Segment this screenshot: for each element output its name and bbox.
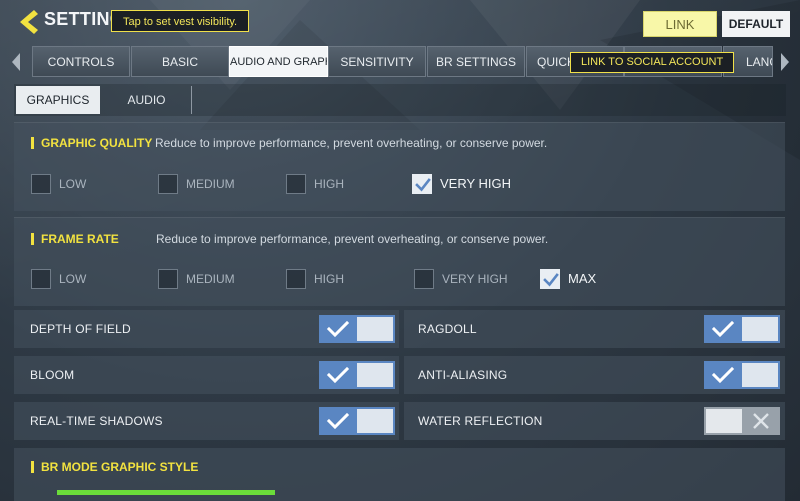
frame-rate-high-option[interactable]: HIGH (286, 269, 396, 291)
checkmark-icon (326, 320, 350, 338)
checkmark-icon (711, 366, 735, 384)
graphic-quality-low-option[interactable]: LOW (31, 174, 141, 196)
back-arrow-icon[interactable] (14, 8, 42, 36)
checkbox[interactable] (158, 174, 178, 194)
frame-rate-max-option[interactable]: MAX (540, 269, 620, 291)
graphic-quality-title: GRAPHIC QUALITY (30, 136, 153, 150)
checkmark-icon (543, 273, 559, 287)
checkbox[interactable] (31, 174, 51, 194)
checkbox[interactable] (414, 269, 434, 289)
br-mode-title: BR MODE GRAPHIC STYLE (30, 460, 199, 474)
frame-rate-low-option[interactable]: LOW (31, 269, 141, 291)
frame-rate-description: Reduce to improve performance, prevent o… (156, 232, 549, 246)
option-label: MEDIUM (186, 272, 235, 286)
checkbox[interactable] (31, 269, 51, 289)
checkmark-icon (326, 412, 350, 430)
toggle-knob (706, 409, 742, 433)
checkbox[interactable] (286, 174, 306, 194)
frame-rate-title: FRAME RATE (31, 232, 119, 246)
graphic-quality-high-option[interactable]: HIGH (286, 174, 396, 196)
toggle-label: ANTI-ALIASING (418, 368, 508, 382)
frame-rate-panel (14, 217, 785, 306)
toggle-knob (357, 317, 393, 341)
depth-of-field-row: DEPTH OF FIELD (14, 310, 399, 348)
depth-of-field-toggle[interactable] (319, 315, 395, 343)
checkmark-icon (711, 320, 735, 338)
option-label: HIGH (314, 177, 344, 191)
graphic-style-indicator (57, 490, 275, 495)
toggle-label: DEPTH OF FIELD (30, 322, 131, 336)
default-button[interactable]: DEFAULT (722, 11, 790, 37)
tab-audio-and-graphics[interactable]: AUDIO AND GRAPHICS (229, 46, 328, 77)
option-label: VERY HIGH (442, 272, 508, 286)
tab-br-settings[interactable]: BR SETTINGS (427, 46, 525, 77)
checkbox[interactable] (158, 269, 178, 289)
tab-sensitivity[interactable]: SENSITIVITY (328, 46, 426, 77)
anti-aliasing-row: ANTI-ALIASING (404, 356, 785, 394)
water-reflection-row: WATER REFLECTION (404, 402, 785, 440)
vest-visibility-tooltip[interactable]: Tap to set vest visibility. (111, 10, 250, 32)
toggle-knob (357, 409, 393, 433)
tab-controls[interactable]: CONTROLS (32, 46, 130, 77)
tab-basic[interactable]: BASIC (131, 46, 229, 77)
tab-scroll-right-icon[interactable] (779, 52, 791, 72)
option-label: VERY HIGH (440, 176, 512, 191)
checkmark-icon (415, 178, 431, 192)
graphic-quality-description: Reduce to improve performance, prevent o… (155, 136, 548, 150)
real-time-shadows-toggle[interactable] (319, 407, 395, 435)
real-time-shadows-row: REAL-TIME SHADOWS (14, 402, 399, 440)
option-label: MAX (568, 271, 597, 286)
anti-aliasing-toggle[interactable] (704, 361, 780, 389)
social-account-tooltip[interactable]: LINK TO SOCIAL ACCOUNT (570, 52, 735, 73)
toggle-label: RAGDOLL (418, 322, 477, 336)
ragdoll-toggle[interactable] (704, 315, 780, 343)
toggle-knob (742, 317, 778, 341)
option-label: HIGH (314, 272, 344, 286)
toggle-label: BLOOM (30, 368, 75, 382)
toggle-knob (742, 363, 778, 387)
checkbox-checked[interactable] (412, 174, 432, 194)
bloom-row: BLOOM (14, 356, 399, 394)
toggle-label: WATER REFLECTION (418, 414, 543, 428)
water-reflection-toggle[interactable] (704, 407, 780, 435)
checkbox[interactable] (286, 269, 306, 289)
checkbox-checked[interactable] (540, 269, 560, 289)
ragdoll-row: RAGDOLL (404, 310, 785, 348)
frame-rate-very-high-option[interactable]: VERY HIGH (414, 269, 524, 291)
toggle-label: REAL-TIME SHADOWS (30, 414, 163, 428)
option-label: LOW (59, 272, 87, 286)
option-label: MEDIUM (186, 177, 235, 191)
graphic-quality-very-high-option[interactable]: VERY HIGH (412, 174, 532, 196)
link-button[interactable]: LINK (643, 11, 717, 37)
close-icon (753, 413, 769, 429)
tab-scroll-left-icon[interactable] (10, 52, 22, 72)
bloom-toggle[interactable] (319, 361, 395, 389)
frame-rate-medium-option[interactable]: MEDIUM (158, 269, 268, 291)
toggle-knob (357, 363, 393, 387)
option-label: LOW (59, 177, 87, 191)
checkmark-icon (326, 366, 350, 384)
subtab-audio[interactable]: AUDIO (102, 86, 192, 114)
subtab-graphics[interactable]: GRAPHICS (16, 86, 100, 114)
graphic-quality-medium-option[interactable]: MEDIUM (158, 174, 268, 196)
